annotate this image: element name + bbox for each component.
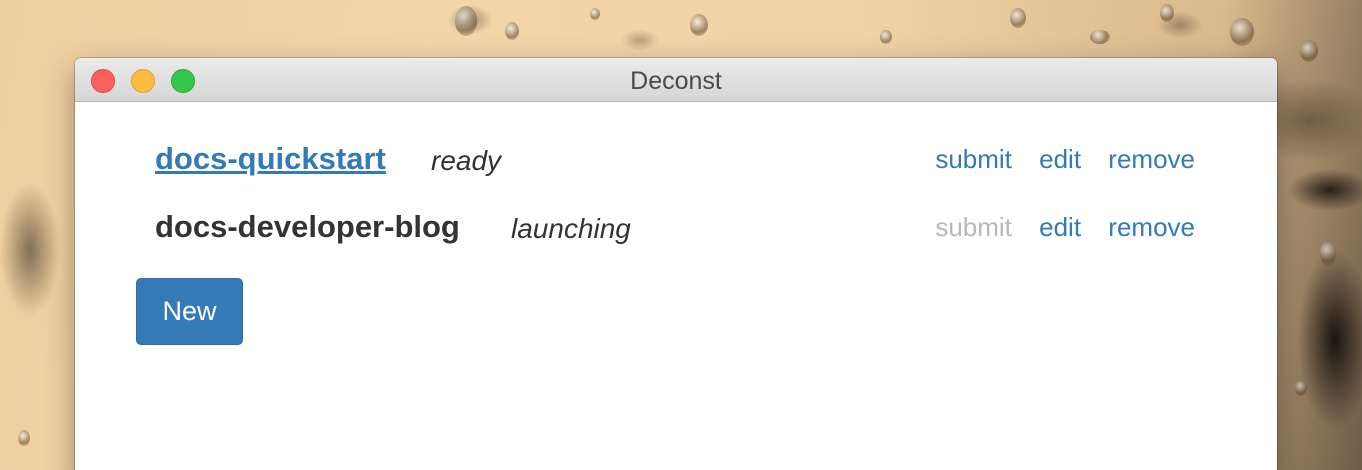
list-item: docs-developer-blog launching submit edi… bbox=[155, 205, 1195, 251]
list-item: docs-quickstart ready submit edit remove bbox=[155, 137, 1195, 183]
site-name-link[interactable]: docs-quickstart bbox=[155, 137, 386, 181]
title-bar[interactable]: Deconst bbox=[75, 58, 1277, 102]
site-actions: submit edit remove bbox=[915, 137, 1195, 181]
edit-link[interactable]: edit bbox=[1039, 212, 1081, 242]
new-site-button[interactable]: New bbox=[136, 278, 243, 345]
window-title: Deconst bbox=[630, 67, 722, 95]
remove-link[interactable]: remove bbox=[1108, 212, 1195, 242]
site-actions: submit edit remove bbox=[915, 205, 1195, 249]
site-name: docs-developer-blog bbox=[155, 209, 460, 244]
submit-link-disabled: submit bbox=[935, 212, 1012, 242]
remove-link[interactable]: remove bbox=[1108, 144, 1195, 174]
site-status: launching bbox=[511, 213, 631, 244]
submit-link[interactable]: submit bbox=[935, 144, 1012, 174]
site-status: ready bbox=[431, 145, 502, 176]
app-window: Deconst docs-quickstart ready submit edi… bbox=[75, 58, 1277, 470]
edit-link[interactable]: edit bbox=[1039, 144, 1081, 174]
